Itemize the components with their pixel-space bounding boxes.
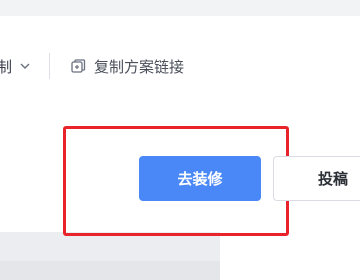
decorate-button[interactable]: 去装修: [139, 156, 261, 201]
chevron-down-icon: [20, 63, 30, 69]
submit-button[interactable]: 投稿: [273, 156, 360, 201]
copy-dropdown[interactable]: 制: [0, 55, 30, 77]
dropdown-label: 制: [0, 57, 13, 76]
copy-plan-link-button[interactable]: 复制方案链接: [71, 55, 184, 77]
lower-left-placeholder: [0, 261, 220, 280]
lower-right-panel: [220, 232, 360, 280]
copy-link-label: 复制方案链接: [94, 57, 185, 76]
toolbar-divider: [49, 53, 50, 79]
copy-icon: [71, 58, 86, 73]
top-background-strip: [0, 0, 360, 16]
